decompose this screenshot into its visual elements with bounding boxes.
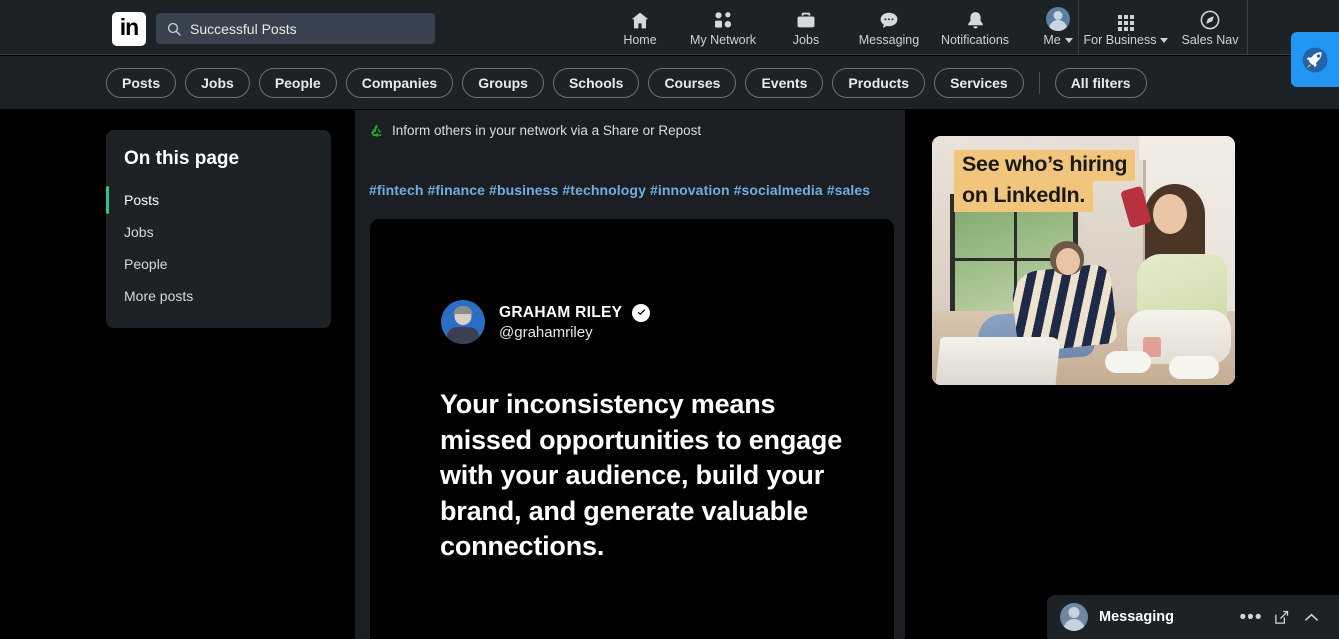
filter-pill-people[interactable]: People (258, 67, 337, 98)
nav-notifications[interactable]: Notifications (932, 0, 1018, 55)
sidebar-item-people[interactable]: People (106, 248, 331, 280)
filter-pill-courses[interactable]: Courses (648, 67, 737, 98)
main-content-column: Inform others in your network via a Shar… (355, 110, 905, 639)
repost-hint-row: Inform others in your network via a Shar… (355, 110, 905, 138)
post-author-avatar (441, 300, 485, 344)
linkedin-logo[interactable]: in (112, 12, 146, 46)
nav-my-network-label: My Network (690, 32, 756, 47)
sidebar-item-label: Posts (124, 192, 160, 208)
filter-pill-schools[interactable]: Schools (552, 67, 640, 98)
nav-my-network[interactable]: My Network (680, 0, 766, 55)
nav-for-business[interactable]: For Business (1082, 0, 1170, 55)
chevron-down-icon (1160, 37, 1169, 43)
hashtag-list[interactable]: #fintech #finance #business #technology … (355, 138, 905, 198)
filter-pill-products[interactable]: Products (832, 67, 926, 98)
filter-pill-groups[interactable]: Groups (462, 67, 544, 98)
messaging-title: Messaging (1099, 609, 1174, 625)
sidebar-item-posts[interactable]: Posts (106, 184, 331, 216)
nav-divider-2 (1247, 0, 1248, 55)
sidebar-item-jobs[interactable]: Jobs (106, 216, 331, 248)
nav-sales-nav[interactable]: Sales Nav (1170, 0, 1250, 55)
ad-headline: See who’s hiring on LinkedIn. (954, 150, 1136, 213)
post-author-info: GRAHAM RILEY @grahamriley (499, 303, 651, 341)
filter-pill-posts[interactable]: Posts (106, 67, 177, 98)
post-author-name-row: GRAHAM RILEY (499, 303, 651, 322)
repost-recycle-icon (370, 124, 383, 138)
top-navigation-bar: in Successful Posts Home My Network Jobs… (0, 0, 1339, 55)
rocket-icon (1302, 47, 1328, 72)
nav-jobs[interactable]: Jobs (766, 0, 846, 55)
ad-headline-line-1: See who’s hiring (954, 150, 1136, 182)
messaging-bar[interactable]: Messaging ••• (1047, 595, 1339, 639)
filter-pill-events[interactable]: Events (745, 67, 824, 98)
filter-pill-companies[interactable]: Companies (345, 67, 454, 98)
nav-notifications-label: Notifications (940, 32, 1010, 47)
post-author-handle: @grahamriley (499, 323, 593, 341)
ad-headline-line-2: on LinkedIn. (954, 181, 1094, 213)
nav-sales-nav-label: Sales Nav (1181, 32, 1239, 47)
filter-pill-bar: Posts Jobs People Companies Groups Schoo… (0, 56, 1339, 109)
nav-messaging[interactable]: Messaging (846, 0, 932, 55)
nav-messaging-label: Messaging (858, 32, 920, 47)
search-input[interactable]: Successful Posts (156, 13, 435, 44)
message-bubble-icon (878, 9, 900, 31)
sidebar-item-more-posts[interactable]: More posts (106, 280, 331, 312)
linkedin-search-page: in Successful Posts Home My Network Jobs… (0, 0, 1339, 639)
search-icon (167, 22, 181, 36)
on-this-page-panel: On this page Posts Jobs People More post… (106, 130, 331, 328)
post-body-text: Your inconsistency means missed opportun… (440, 389, 843, 561)
nav-home[interactable]: Home (600, 0, 680, 55)
messaging-avatar (1060, 603, 1088, 631)
nav-home-label: Home (623, 32, 657, 47)
nav-divider (1078, 0, 1079, 55)
nav-for-business-text: For Business (1083, 32, 1157, 47)
grid-icon (1118, 9, 1134, 31)
filter-pill-jobs[interactable]: Jobs (185, 67, 250, 98)
compose-pencil-icon[interactable] (1266, 602, 1296, 632)
compass-icon (1199, 9, 1221, 31)
sidebar-item-label: Jobs (124, 224, 154, 240)
linkedin-hiring-ad[interactable]: See who’s hiring on LinkedIn. (932, 136, 1235, 385)
sidebar-item-label: More posts (124, 288, 194, 304)
nav-for-business-label: For Business (1084, 33, 1169, 47)
nav-me-text: Me (1043, 32, 1061, 47)
network-icon (712, 9, 735, 31)
avatar-icon (1046, 6, 1070, 31)
repost-hint-text: Inform others in your network via a Shar… (392, 123, 702, 138)
all-filters-button[interactable]: All filters (1054, 67, 1147, 98)
bell-icon (965, 9, 986, 31)
avatar (1046, 6, 1070, 31)
sidebar-item-label: People (124, 256, 168, 272)
post-author-row: GRAHAM RILEY @grahamriley (370, 219, 894, 344)
chevron-up-icon[interactable] (1296, 602, 1326, 632)
search-input-value: Successful Posts (190, 20, 297, 37)
primary-nav: Home My Network Jobs Messaging Notificat… (600, 0, 1098, 55)
nav-jobs-label: Jobs (792, 32, 820, 47)
chevron-down-icon (1064, 37, 1073, 43)
secondary-nav: For Business Sales Nav (1082, 0, 1250, 55)
post-image-card[interactable]: GRAHAM RILEY @grahamriley Your inconsist… (370, 219, 894, 639)
ellipsis-icon[interactable]: ••• (1236, 602, 1266, 632)
nav-me-label: Me (1043, 32, 1073, 47)
filter-pill-services[interactable]: Services (934, 67, 1024, 98)
post-author-name: GRAHAM RILEY (499, 303, 623, 321)
rocket-launch-button[interactable] (1291, 32, 1339, 87)
filter-divider (1038, 71, 1040, 94)
briefcase-icon (795, 9, 817, 31)
verified-check-icon (632, 303, 651, 322)
home-icon (629, 9, 651, 31)
sidebar-title: On this page (124, 148, 240, 169)
